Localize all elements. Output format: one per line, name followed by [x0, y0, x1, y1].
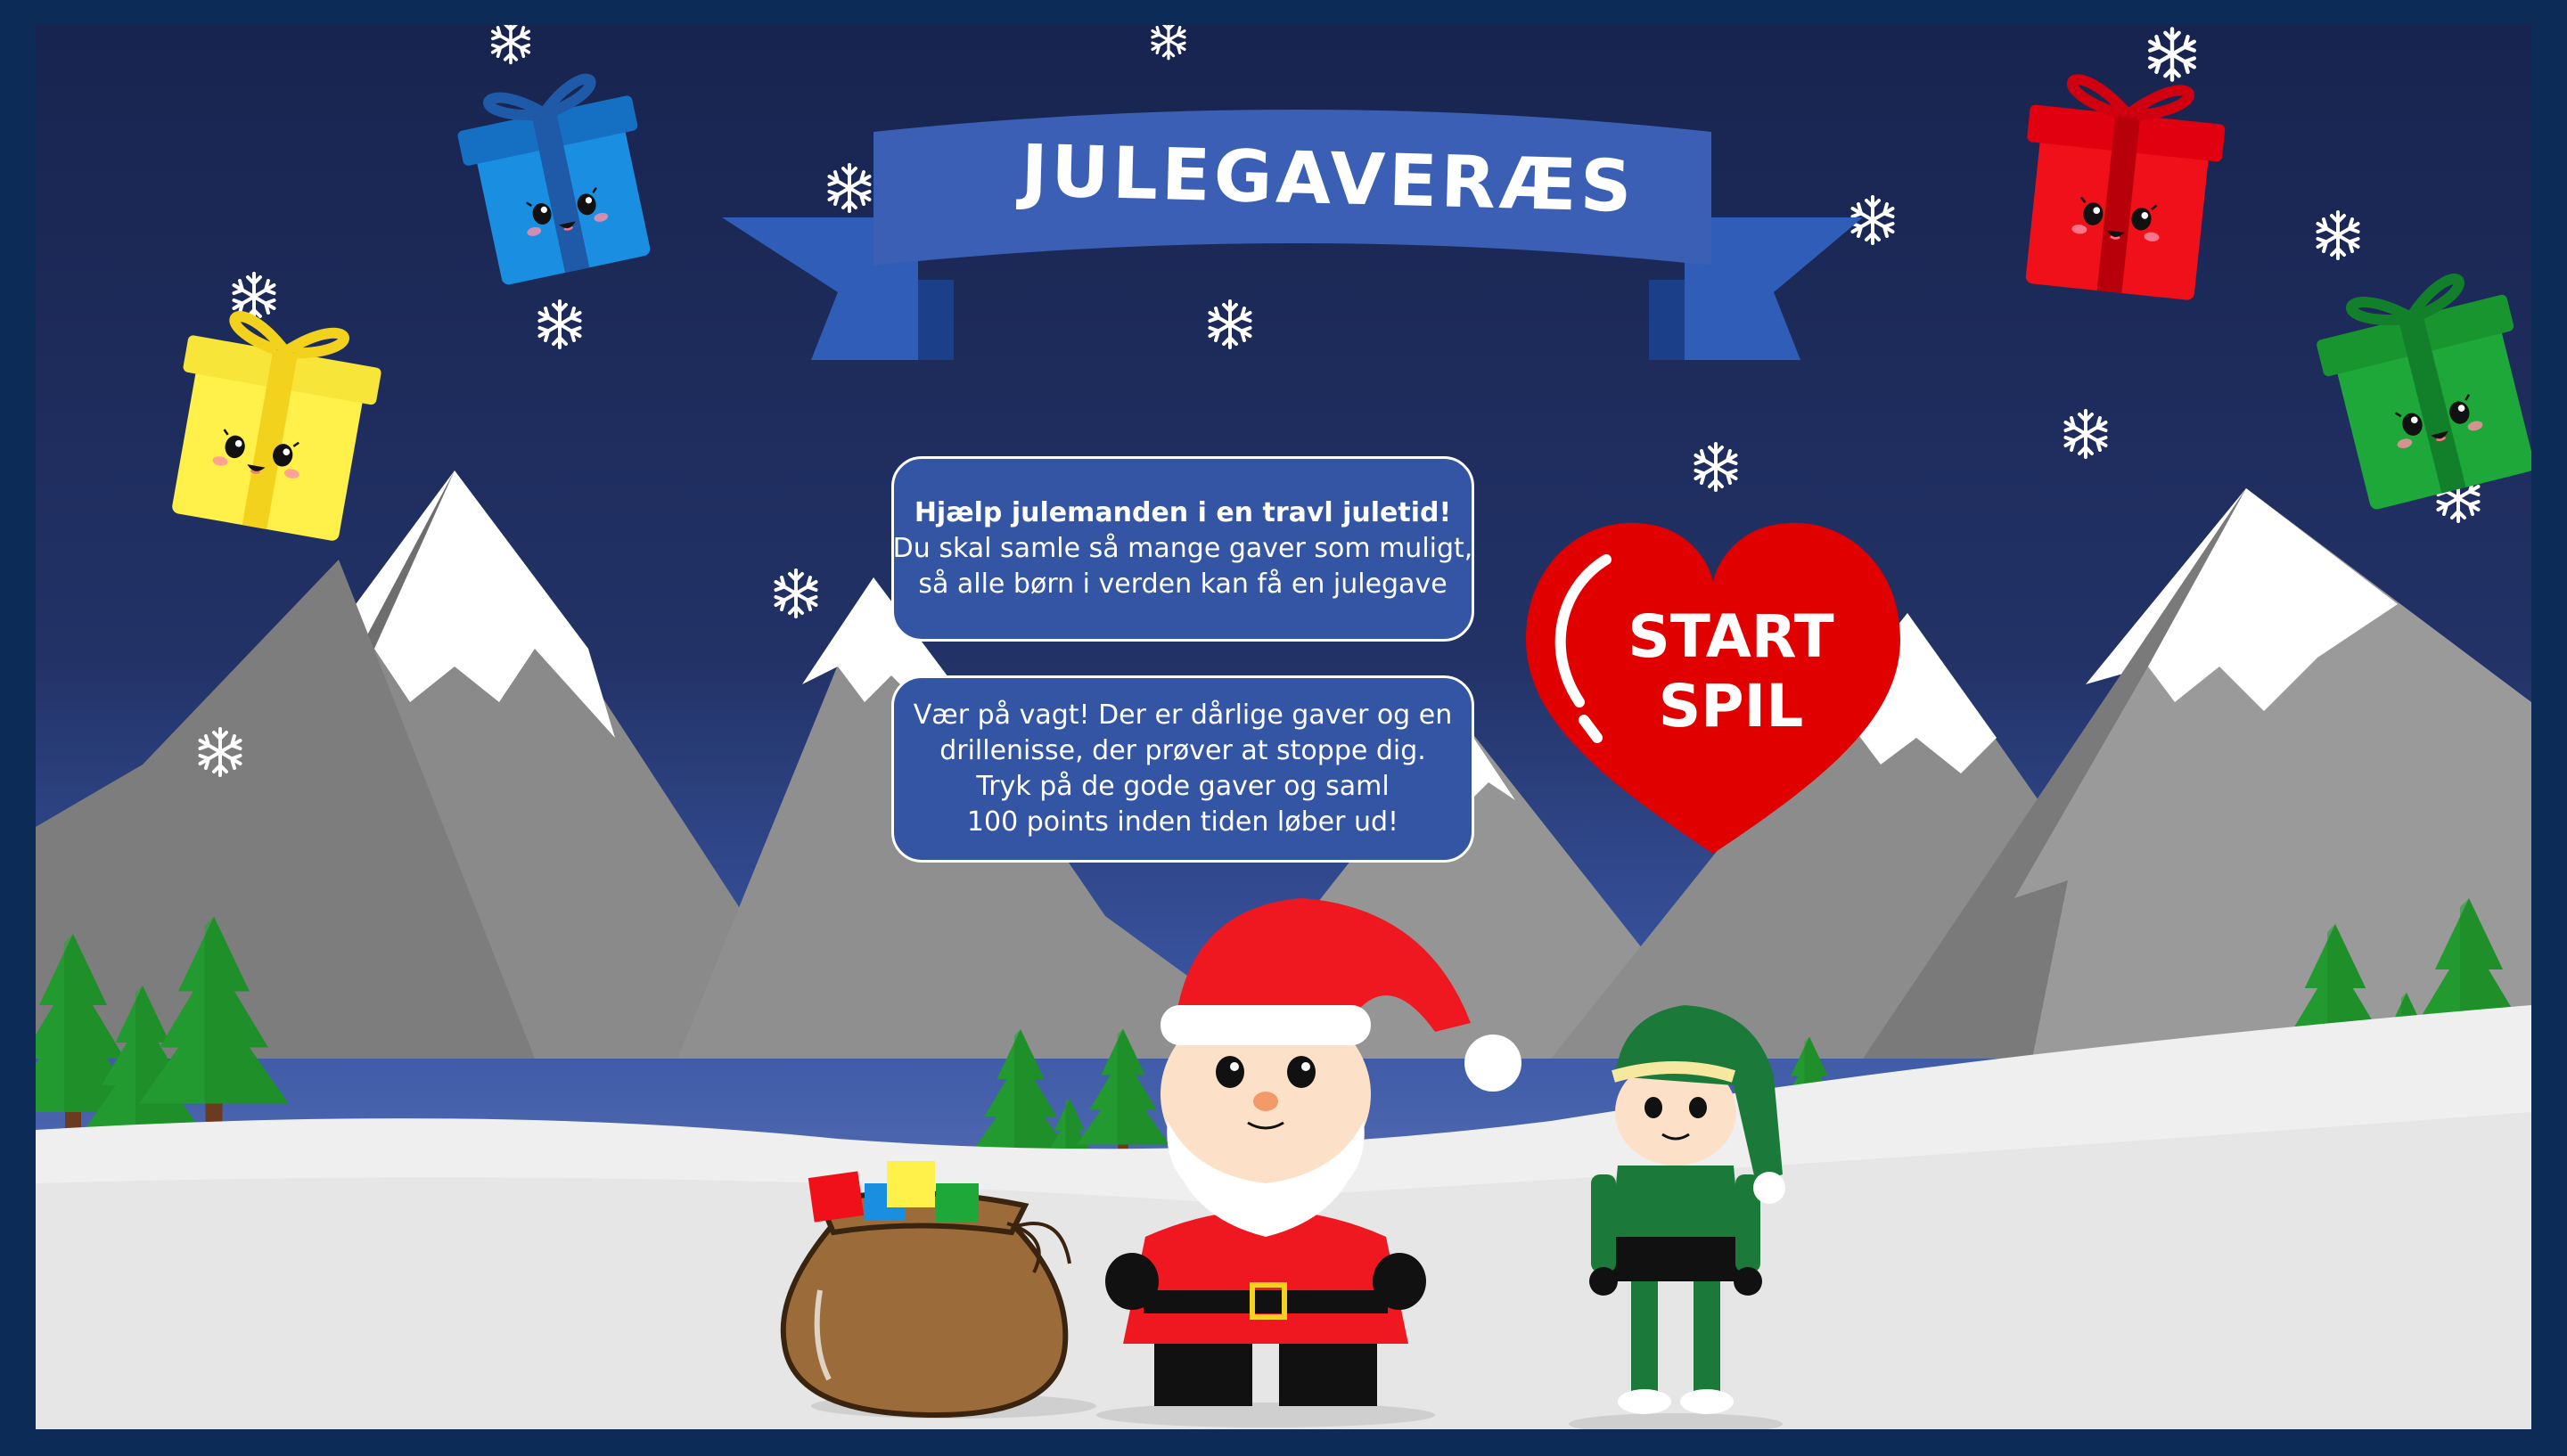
warning-line-4: 100 points inden tiden løber ud!	[966, 806, 1399, 838]
start-label-line-1: START	[1628, 602, 1834, 671]
warning-line-3: Tryk på de gode gaver og saml	[976, 771, 1390, 802]
warning-line-2: drillenisse, der prøver at stoppe dig.	[939, 735, 1426, 766]
game-frame: JULEGAVERÆS Hjælp julemanden i en travl …	[36, 25, 2531, 1429]
warning-text-box: Vær på vagt! Der er dårlige gaver og en …	[891, 675, 1474, 863]
intro-line-3: så alle børn i verden kan få en julegave	[918, 568, 1448, 600]
start-button-label: START SPIL	[1597, 602, 1865, 741]
intro-line-1: Hjælp julemanden i en travl juletid!	[914, 497, 1452, 528]
warning-line-1: Vær på vagt! Der er dårlige gaver og en	[913, 699, 1453, 731]
start-label-line-2: SPIL	[1658, 672, 1804, 740]
intro-text-box: Hjælp julemanden i en travl juletid! Du …	[891, 456, 1474, 642]
intro-line-2: Du skal samle så mange gaver som muligt,	[892, 533, 1473, 564]
start-game-button[interactable]: START SPIL	[1526, 513, 1900, 861]
game-title: JULEGAVERÆS	[1020, 128, 1636, 229]
